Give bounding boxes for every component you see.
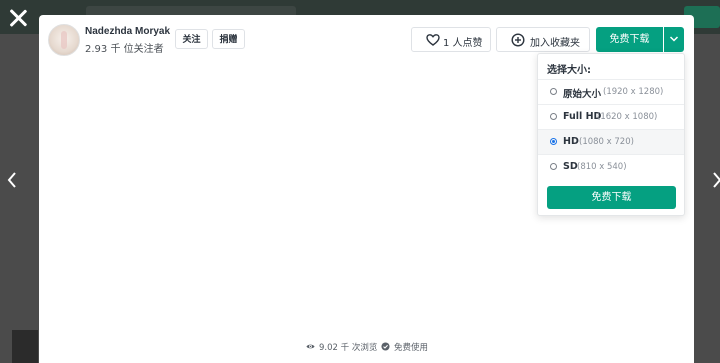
size-option-name: SD [563,161,578,172]
size-option-original[interactable]: 原始大小 (1920 x 1280) [538,79,684,104]
like-label: 1 人点赞 [443,38,483,49]
size-option-full-hd[interactable]: Full HD (1620 x 1080) [538,104,684,129]
chevron-down-icon [669,36,679,42]
radio-button[interactable] [550,88,557,95]
size-option-name: 原始大小 [563,89,602,100]
follower-count: 2.93 千 位关注者 [85,44,164,55]
collect-label: 加入收藏夹 [530,38,580,49]
download-options-toggle[interactable] [664,27,684,52]
size-option-hd[interactable]: HD (1080 x 720) [538,129,684,154]
size-option-dims: (1920 x 1280) [603,87,664,97]
size-option-dims: (810 x 540) [577,162,627,172]
chevron-left-icon[interactable] [7,172,17,188]
heart-icon [426,34,440,46]
size-selector-dropdown: 选择大小: 原始大小 (1920 x 1280) Full HD (1620 x… [537,53,685,216]
free-download-button[interactable]: 免费下载 [596,27,663,52]
size-option-name: Full HD [563,111,602,122]
add-to-collection-button[interactable]: 加入收藏夹 [496,27,590,52]
author-name[interactable]: Nadezhda Moryak [85,26,170,37]
background-thumbnail [12,330,38,363]
dropdown-download-button[interactable]: 免费下载 [547,186,676,209]
view-count-label: 9.02 千 次浏览 [319,343,378,353]
avatar[interactable] [48,24,80,56]
plus-circle-icon [511,33,525,47]
follow-button[interactable]: 关注 [175,29,208,49]
close-icon[interactable] [8,8,28,28]
size-option-dims: (1620 x 1080) [597,112,658,122]
size-option-sd[interactable]: SD (810 x 540) [538,154,684,179]
size-option-dims: (1080 x 720) [579,137,634,147]
donate-button[interactable]: 捐赠 [212,29,245,49]
eye-icon [306,344,315,349]
size-selector-title: 选择大小: [547,65,591,76]
radio-button[interactable] [550,163,557,170]
chevron-right-icon[interactable] [712,172,720,188]
license-label: 免费使用 [394,343,429,353]
size-option-name: HD [563,136,579,147]
radio-button-selected[interactable] [550,138,557,145]
like-button[interactable]: 1 人点赞 [411,27,491,52]
radio-button[interactable] [550,113,557,120]
check-circle-icon [381,342,390,351]
